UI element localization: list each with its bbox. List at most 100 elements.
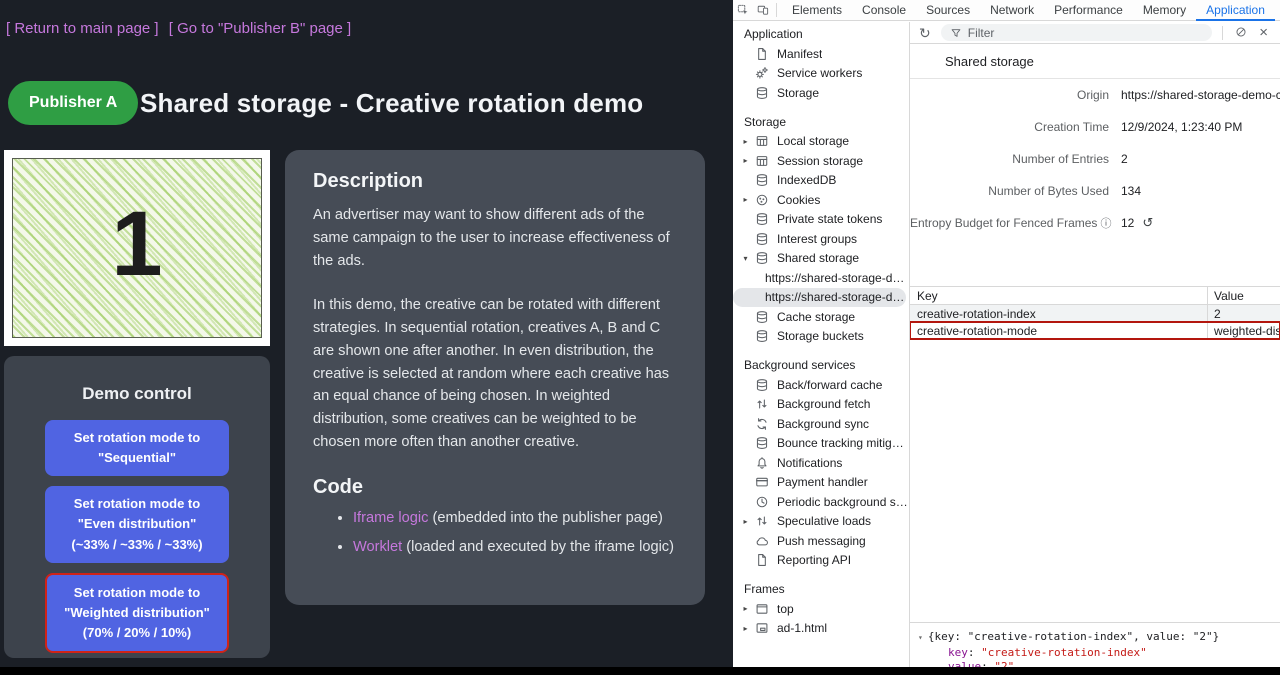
sidebar-item-https-shared-storage-d[interactable]: https://shared-storage-d… [733, 268, 909, 288]
sidebar-item-back-forward-cache[interactable]: Back/forward cache [733, 375, 909, 395]
metadata-label: Number of Entries [910, 152, 1109, 166]
sidebar-item-cache-storage[interactable]: Cache storage [733, 307, 909, 327]
publisher-b-link[interactable]: [ Go to "Publisher B" page ] [169, 20, 351, 37]
block-icon [1235, 26, 1247, 38]
disclosure-collapsed-icon[interactable]: ▸ [737, 517, 754, 526]
info-icon[interactable]: ⓘ [1100, 218, 1111, 230]
sidebar-item-background-sync[interactable]: Background sync [733, 414, 909, 434]
sidebar-item-periodic-background-s[interactable]: Periodic background s… [733, 492, 909, 512]
sidebar-item-session-storage[interactable]: ▸Session storage [733, 151, 909, 171]
sidebar-section-header: Background services [733, 355, 909, 375]
sidebar-item-push-messaging[interactable]: Push messaging [733, 531, 909, 551]
disclosure-collapsed-icon[interactable]: ▸ [737, 137, 754, 146]
refresh-icon[interactable]: ↻ [919, 26, 931, 40]
disclosure-expanded-icon[interactable]: ▾ [737, 254, 754, 263]
page-title: Shared storage - Creative rotation demo [140, 88, 643, 119]
tab-sources[interactable]: Sources [916, 0, 980, 21]
sidebar-item-label: ad-1.html [777, 621, 827, 635]
clear-all-icon[interactable] [1235, 26, 1247, 40]
preview-colon: : [968, 646, 981, 659]
sidebar-item-private-state-tokens[interactable]: Private state tokens [733, 210, 909, 230]
cloud-icon [755, 534, 769, 548]
sidebar-item-label: IndexedDB [777, 173, 836, 187]
filter-placeholder: Filter [968, 26, 995, 40]
sidebar-section-storage: Storage▸Local storage▸Session storageInd… [733, 112, 909, 347]
disclosure-collapsed-icon[interactable]: ▸ [737, 156, 754, 165]
preview-summary[interactable]: ▾{key: "creative-rotation-index", value:… [918, 630, 1280, 646]
rotation-mode-button-1[interactable]: Set rotation mode to"Sequential" [45, 420, 229, 476]
devtools-window: ElementsConsoleSourcesNetworkPerformance… [733, 0, 1280, 675]
column-header-value[interactable]: Value [1208, 287, 1280, 304]
column-header-key[interactable]: Key [910, 287, 1208, 304]
metadata-row: Number of Bytes Used134 [910, 175, 1280, 207]
sidebar-item-local-storage[interactable]: ▸ Local storage [733, 132, 909, 152]
publisher-page: [ Return to main page ] [ Go to "Publish… [0, 0, 733, 675]
sidebar-item-label: Local storage [777, 134, 849, 148]
table-header-row: Key Value [910, 286, 1280, 305]
sidebar-item-payment-handler[interactable]: Payment handler [733, 473, 909, 493]
inspect-element-button[interactable] [733, 1, 753, 19]
metadata-label: Entropy Budget for Fenced Framesⓘ [910, 215, 1109, 231]
sidebar-item-service-workers[interactable]: Service workers [733, 64, 909, 84]
sidebar-item-label: Private state tokens [777, 212, 882, 226]
sidebar-item-shared-storage[interactable]: ▾Shared storage [733, 249, 909, 269]
database-icon [755, 212, 769, 226]
updown-icon [755, 514, 769, 528]
bell-icon [755, 456, 769, 470]
rotation-mode-button-3[interactable]: Set rotation mode to"Weighted distributi… [45, 573, 229, 653]
sidebar-item-top[interactable]: ▸top [733, 599, 909, 619]
payment-card-icon [755, 475, 769, 489]
sidebar-item-storage[interactable]: Storage [733, 83, 909, 103]
sidebar-item-https-shared-storage-d[interactable]: https://shared-storage-d… [733, 288, 906, 308]
sidebar-item-reporting-api[interactable]: Reporting API [733, 551, 909, 571]
metadata-value: 12↺ [1121, 215, 1280, 231]
sidebar-item-interest-groups[interactable]: Interest groups [733, 229, 909, 249]
service-worker-icon [755, 66, 769, 80]
sidebar-item-manifest[interactable]: Manifest [733, 44, 909, 64]
code-link-2[interactable]: Worklet [353, 539, 402, 555]
tab-application[interactable]: Application [1196, 0, 1275, 21]
description-text: An advertiser may want to show different… [313, 204, 677, 454]
tab-performance[interactable]: Performance [1044, 0, 1133, 21]
close-icon[interactable]: × [1259, 25, 1268, 40]
filter-funnel-icon [950, 27, 962, 39]
ad-creative-frame: 1 [4, 150, 270, 346]
sidebar-item-label: https://shared-storage-d… [765, 271, 904, 285]
return-to-main-link[interactable]: [ Return to main page ] [6, 20, 159, 37]
table-cell-key: creative-rotation-index [910, 305, 1208, 322]
sidebar-item-cookies[interactable]: ▸Cookies [733, 190, 909, 210]
table-row[interactable]: creative-rotation-index2 [910, 305, 1280, 322]
updown-icon [755, 397, 769, 411]
inspect-icon [737, 4, 749, 16]
tab-network[interactable]: Network [980, 0, 1044, 21]
demo-buttons: Set rotation mode to"Sequential" Set rota… [4, 420, 270, 653]
tab-memory[interactable]: Memory [1133, 0, 1196, 21]
sidebar-item-ad-1-html[interactable]: ▸ ad-1.html [733, 619, 909, 639]
rotation-mode-button-2[interactable]: Set rotation mode to"Even distribution"(… [45, 486, 229, 562]
demo-control-title: Demo control [4, 356, 270, 404]
sidebar-section-header: Frames [733, 579, 909, 599]
code-link-1[interactable]: Iframe logic [353, 510, 428, 526]
disclosure-collapsed-icon[interactable]: ▸ [737, 195, 754, 204]
sidebar-item-notifications[interactable]: Notifications [733, 453, 909, 473]
description-paragraph: An advertiser may want to show different… [313, 204, 677, 272]
disclosure-collapsed-icon[interactable]: ▸ [737, 604, 754, 613]
sidebar-item-speculative-loads[interactable]: ▸Speculative loads [733, 512, 909, 532]
sidebar-item-label: Cache storage [777, 310, 855, 324]
tab-elements[interactable]: Elements [782, 0, 852, 21]
table-row[interactable]: creative-rotation-modeweighted-dist [910, 322, 1280, 339]
database-icon [755, 173, 769, 187]
sidebar-item-background-fetch[interactable]: Background fetch [733, 395, 909, 415]
sidebar-item-storage-buckets[interactable]: Storage buckets [733, 327, 909, 347]
sidebar-item-indexeddb[interactable]: IndexedDB [733, 171, 909, 191]
filter-input[interactable]: Filter [941, 24, 1213, 41]
sidebar-item-label: Background sync [777, 417, 869, 431]
reset-budget-icon[interactable]: ↺ [1142, 215, 1153, 230]
sidebar-item-label: Payment handler [777, 475, 868, 489]
table-cell-value: weighted-dist [1208, 322, 1280, 339]
disclosure-expanded-icon[interactable]: ▾ [918, 633, 923, 642]
sidebar-item-bounce-tracking-mitiga[interactable]: Bounce tracking mitiga… [733, 434, 909, 454]
tab-console[interactable]: Console [852, 0, 916, 21]
disclosure-collapsed-icon[interactable]: ▸ [737, 624, 754, 633]
device-toolbar-button[interactable] [753, 1, 773, 19]
